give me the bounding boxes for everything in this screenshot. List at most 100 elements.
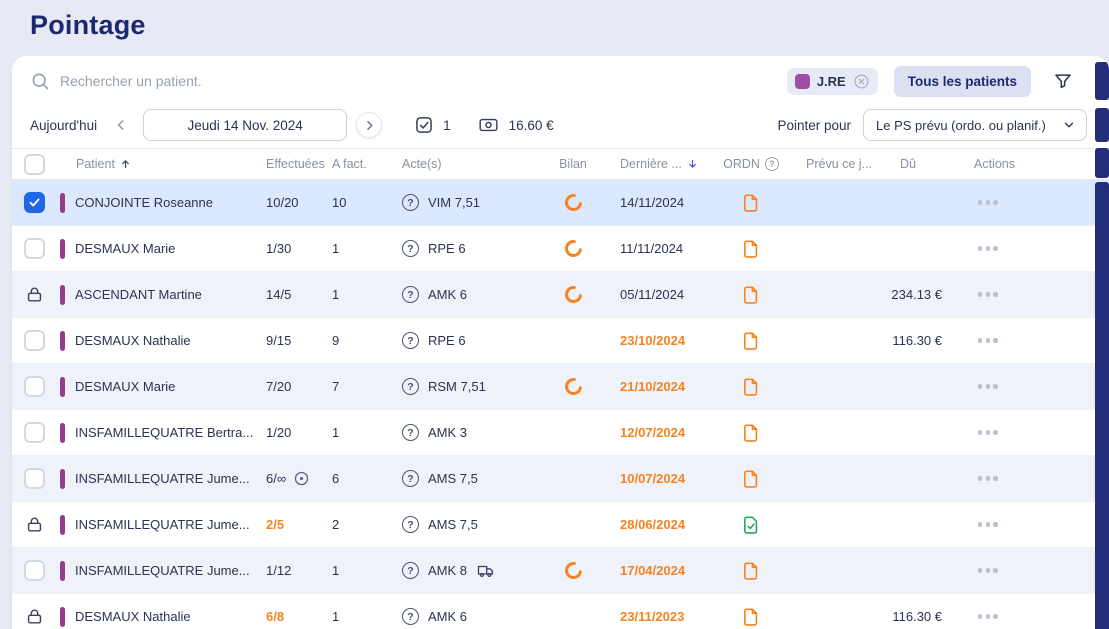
right-rail-scrollbar[interactable] bbox=[1095, 182, 1109, 629]
patient-name[interactable]: INSFAMILLEQUATRE Jume... bbox=[75, 563, 250, 578]
table-row[interactable]: CONJOINTE Roseanne 10/20 10 VIM 7,51 14/… bbox=[12, 180, 1109, 226]
acte-help-icon[interactable] bbox=[402, 608, 419, 625]
row-actions-button[interactable] bbox=[974, 426, 1002, 439]
patient-name[interactable]: DESMAUX Marie bbox=[75, 379, 175, 394]
help-icon[interactable] bbox=[765, 157, 779, 171]
patient-name[interactable]: CONJOINTE Roseanne bbox=[75, 195, 213, 210]
bilan-icon[interactable] bbox=[563, 560, 584, 581]
table-row[interactable]: INSFAMILLEQUATRE Jume... 6/∞ 6 AMS 7,5 1… bbox=[12, 456, 1109, 502]
acte-help-icon[interactable] bbox=[402, 516, 419, 533]
ordn-icon[interactable] bbox=[741, 193, 761, 213]
all-patients-button[interactable]: Tous les patients bbox=[894, 66, 1031, 97]
select-all-checkbox[interactable] bbox=[24, 154, 45, 175]
row-actions-button[interactable] bbox=[974, 380, 1002, 393]
header-patient[interactable]: Patient bbox=[60, 149, 260, 179]
acte-help-icon[interactable] bbox=[402, 378, 419, 395]
right-rail-segment bbox=[1095, 108, 1109, 142]
row-checkbox[interactable] bbox=[24, 560, 45, 581]
patient-name[interactable]: INSFAMILLEQUATRE Jume... bbox=[75, 517, 250, 532]
last-date: 21/10/2024 bbox=[604, 364, 716, 409]
patient-name[interactable]: INSFAMILLEQUATRE Jume... bbox=[75, 471, 250, 486]
ordn-icon[interactable] bbox=[741, 469, 761, 489]
row-actions-button[interactable] bbox=[974, 610, 1002, 623]
bilan-icon[interactable] bbox=[563, 192, 584, 213]
ordn-icon[interactable] bbox=[741, 423, 761, 443]
lock-icon[interactable] bbox=[24, 285, 45, 304]
row-actions-button[interactable] bbox=[974, 288, 1002, 301]
prevu-value bbox=[786, 548, 872, 593]
acte-help-icon[interactable] bbox=[402, 562, 419, 579]
ordn-icon[interactable] bbox=[741, 377, 761, 397]
ordn-validated-icon[interactable] bbox=[741, 515, 761, 535]
acte-help-icon[interactable] bbox=[402, 470, 419, 487]
filter-icon[interactable] bbox=[1053, 71, 1073, 91]
table-row[interactable]: DESMAUX Nathalie 9/15 9 RPE 6 23/10/2024… bbox=[12, 318, 1109, 364]
bilan-icon[interactable] bbox=[563, 284, 584, 305]
row-checkbox[interactable] bbox=[24, 422, 45, 443]
close-icon[interactable] bbox=[853, 73, 870, 90]
acte-value: AMK 3 bbox=[428, 425, 467, 440]
ordn-icon[interactable] bbox=[741, 607, 761, 627]
table-row[interactable]: DESMAUX Marie 1/30 1 RPE 6 11/11/2024 bbox=[12, 226, 1109, 272]
patient-name[interactable]: DESMAUX Nathalie bbox=[75, 609, 191, 624]
effectuees-value: 6/8 bbox=[266, 609, 284, 624]
row-checkbox[interactable] bbox=[24, 330, 45, 351]
ordn-icon[interactable] bbox=[741, 285, 761, 305]
acte-value: AMS 7,5 bbox=[428, 517, 478, 532]
ordn-icon[interactable] bbox=[741, 561, 761, 581]
header-prevu: Prévu ce j... bbox=[786, 149, 872, 179]
patient-name[interactable]: DESMAUX Marie bbox=[75, 241, 175, 256]
header-derniere[interactable]: Dernière ... bbox=[604, 149, 716, 179]
previous-day-button[interactable] bbox=[111, 115, 131, 135]
header-du: Dû bbox=[872, 149, 960, 179]
acte-help-icon[interactable] bbox=[402, 194, 419, 211]
lock-icon[interactable] bbox=[24, 515, 45, 534]
row-checkbox-checked[interactable] bbox=[24, 192, 45, 213]
du-value bbox=[872, 180, 960, 225]
row-actions-button[interactable] bbox=[974, 242, 1002, 255]
patient-color-bar bbox=[60, 469, 65, 489]
row-checkbox[interactable] bbox=[24, 376, 45, 397]
next-day-button[interactable] bbox=[356, 112, 382, 138]
bilan-icon[interactable] bbox=[563, 376, 584, 397]
last-date: 23/10/2024 bbox=[604, 318, 716, 363]
table-row[interactable]: INSFAMILLEQUATRE Jume... 1/12 1 AMK 8 17… bbox=[12, 548, 1109, 594]
row-actions-button[interactable] bbox=[974, 518, 1002, 531]
acte-help-icon[interactable] bbox=[402, 424, 419, 441]
table-row[interactable]: DESMAUX Marie 7/20 7 RSM 7,51 21/10/2024 bbox=[12, 364, 1109, 410]
table-row[interactable]: INSFAMILLEQUATRE Bertra... 1/20 1 AMK 3 … bbox=[12, 410, 1109, 456]
table-row[interactable]: ASCENDANT Martine 14/5 1 AMK 6 05/11/202… bbox=[12, 272, 1109, 318]
prevu-value bbox=[786, 272, 872, 317]
row-actions-button[interactable] bbox=[974, 564, 1002, 577]
du-value bbox=[872, 364, 960, 409]
acte-help-icon[interactable] bbox=[402, 332, 419, 349]
prevu-value bbox=[786, 502, 872, 547]
row-actions-button[interactable] bbox=[974, 196, 1002, 209]
effectuees-value: 7/20 bbox=[266, 379, 291, 394]
patient-name[interactable]: DESMAUX Nathalie bbox=[75, 333, 191, 348]
row-actions-button[interactable] bbox=[974, 334, 1002, 347]
today-button[interactable]: Aujourd'hui bbox=[30, 118, 97, 133]
effectuees-value: 14/5 bbox=[266, 287, 291, 302]
date-picker[interactable]: Jeudi 14 Nov. 2024 bbox=[143, 109, 347, 141]
patient-name[interactable]: INSFAMILLEQUATRE Bertra... bbox=[75, 425, 253, 440]
table-row[interactable]: DESMAUX Nathalie 6/8 1 AMK 6 23/11/2023 … bbox=[12, 594, 1109, 629]
bilan-icon[interactable] bbox=[563, 238, 584, 259]
search-input[interactable] bbox=[60, 73, 787, 89]
row-actions-button[interactable] bbox=[974, 472, 1002, 485]
patient-color-bar bbox=[60, 331, 65, 351]
row-checkbox[interactable] bbox=[24, 468, 45, 489]
acte-help-icon[interactable] bbox=[402, 286, 419, 303]
practitioner-chip[interactable]: J.RE bbox=[787, 68, 878, 95]
du-value bbox=[872, 502, 960, 547]
acte-help-icon[interactable] bbox=[402, 240, 419, 257]
patient-name[interactable]: ASCENDANT Martine bbox=[75, 287, 202, 302]
ordn-icon[interactable] bbox=[741, 331, 761, 351]
pointer-select[interactable]: Le PS prévu (ordo. ou planif.) bbox=[863, 109, 1087, 141]
sort-desc-icon bbox=[687, 158, 698, 170]
lock-icon[interactable] bbox=[24, 607, 45, 626]
table-row[interactable]: INSFAMILLEQUATRE Jume... 2/5 2 AMS 7,5 2… bbox=[12, 502, 1109, 548]
ordn-icon[interactable] bbox=[741, 239, 761, 259]
row-checkbox[interactable] bbox=[24, 238, 45, 259]
du-value bbox=[872, 548, 960, 593]
